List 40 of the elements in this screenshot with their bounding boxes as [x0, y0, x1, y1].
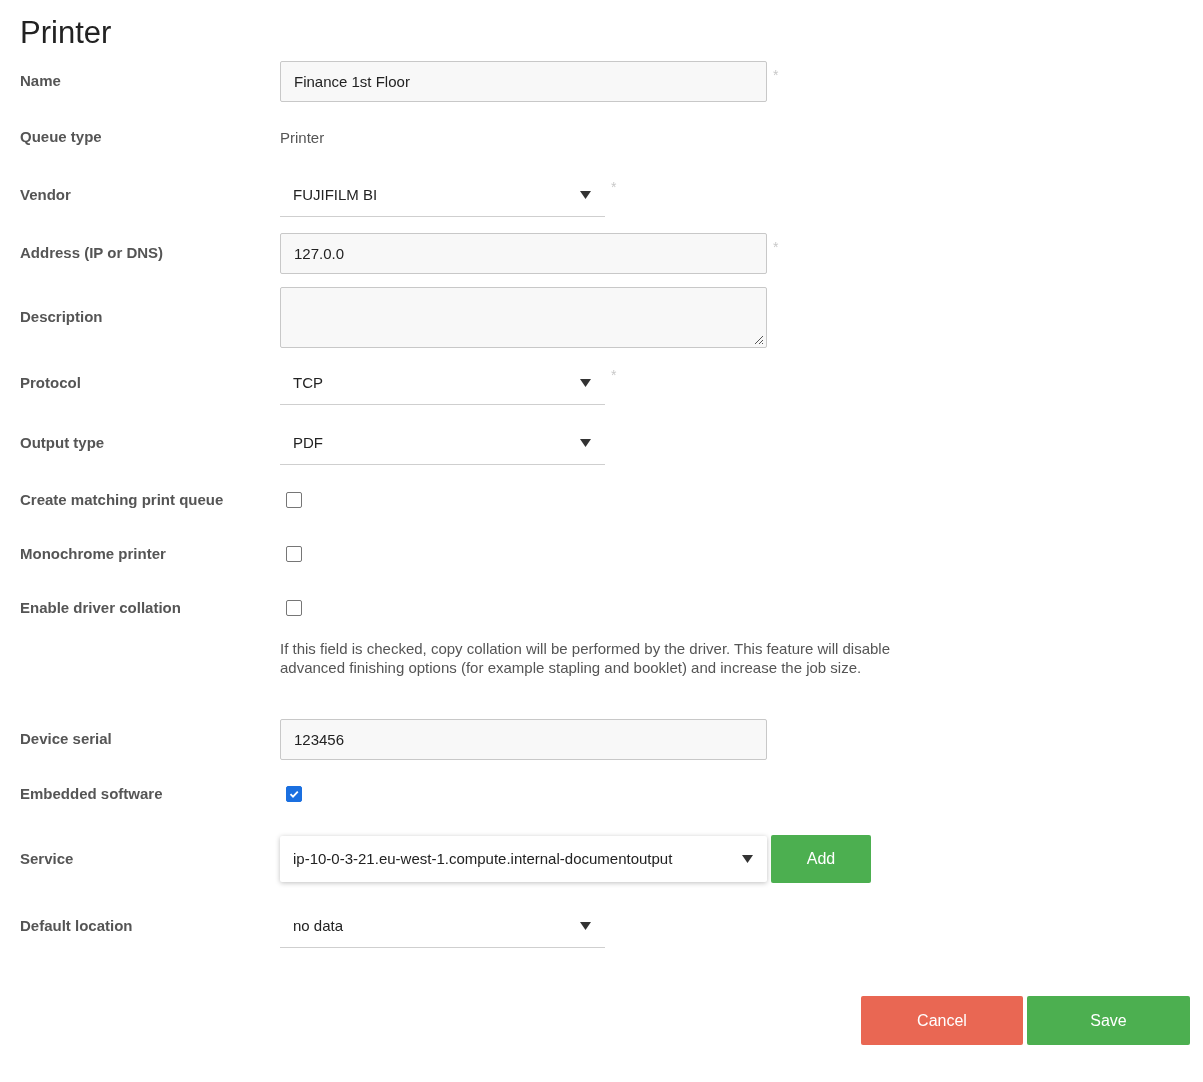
field-label: Embedded software: [20, 785, 163, 802]
field-label: Service: [20, 849, 74, 867]
required-marker: *: [611, 367, 617, 383]
caret-icon: [580, 921, 591, 930]
field-label: Monochrome printer: [20, 545, 166, 562]
field-label: Device serial: [20, 730, 112, 747]
text-field[interactable]: Finance 1st Floor: [280, 60, 767, 102]
field-label: Vendor: [20, 186, 71, 203]
required-marker: *: [611, 179, 617, 195]
checkbox[interactable]: [286, 600, 302, 616]
caret-icon: [580, 190, 591, 199]
required-marker: *: [773, 238, 779, 255]
field-value: Printer: [280, 128, 325, 146]
field-label: Description: [20, 308, 103, 325]
caret-icon: [580, 378, 591, 387]
checkbox[interactable]: [286, 492, 302, 508]
dropdown[interactable]: ip-10-0-3-21.eu-west-1.compute.internal-documentoutput: [280, 835, 767, 882]
page-title: Printer: [20, 14, 113, 52]
field-label: Queue type: [20, 128, 102, 145]
dropdown[interactable]: PDF: [280, 421, 605, 465]
checkmark-icon: [288, 788, 300, 800]
caret-icon: [742, 854, 753, 863]
required-marker: *: [773, 66, 779, 83]
dropdown[interactable]: TCP: [280, 361, 605, 405]
dropdown[interactable]: no data: [280, 904, 605, 948]
field-label: Name: [20, 72, 61, 89]
field-label: Create matching print queue: [20, 491, 224, 508]
field-label: Output type: [20, 434, 105, 451]
checkbox[interactable]: [286, 546, 302, 562]
description-field[interactable]: [280, 286, 767, 348]
caret-icon: [580, 438, 591, 447]
checkbox[interactable]: [286, 786, 302, 802]
text-field[interactable]: 127.0.0: [280, 232, 767, 274]
dropdown[interactable]: FUJIFILM BI: [280, 173, 605, 217]
field-label: Protocol: [20, 374, 81, 391]
help-text: If this field is checked, copy collation will be performed by the driver. This feature will disable advanced finishing options (for example stapling and booklet) and increase the job size.: [280, 639, 891, 677]
field-label: Enable driver collation: [20, 599, 181, 616]
field-label: Address (IP or DNS): [20, 244, 164, 261]
text-field[interactable]: 123456: [280, 718, 767, 760]
field-label: Default location: [20, 917, 133, 934]
